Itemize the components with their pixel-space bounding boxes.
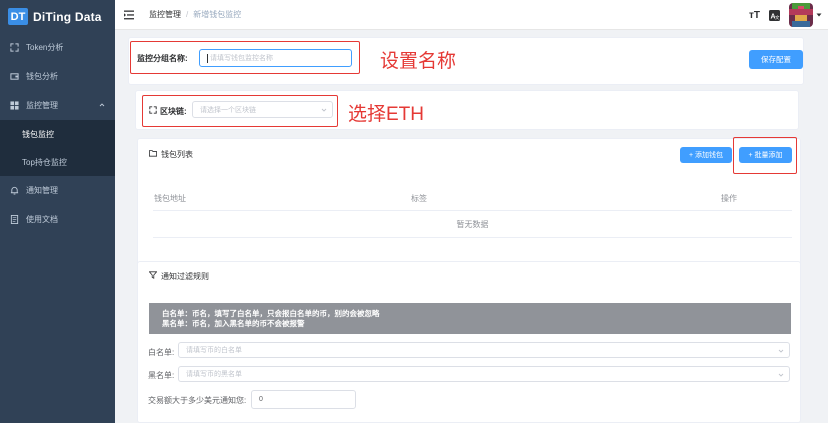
sidebar-item-documentation[interactable]: 使用文档 [0,205,115,234]
header-actions: тT A 文 [749,3,822,27]
grid-icon [10,101,19,110]
annotation-set-name: 设置名称 [380,51,457,72]
sidebar-item-label: 通知管理 [26,186,58,195]
sidebar-item-label: 钱包分析 [26,72,58,81]
column-actions: 操作 [721,193,737,203]
chevron-up-icon [99,103,105,107]
sidebar-subitem-top-holding-monitor[interactable]: Top持仓监控 [0,148,115,176]
whitelist-input[interactable]: 请填写币的白名单 [178,342,790,358]
sidebar-item-label: 监控管理 [26,101,58,110]
annotation-box-chain [142,95,338,127]
filter-icon [149,271,157,279]
sidebar-item-label: Token分析 [26,43,64,52]
wallet-icon [10,72,19,81]
sidebar-item-wallet-analysis[interactable]: 钱包分析 [0,62,115,91]
document-icon [10,215,19,224]
sidebar-item-token-analysis[interactable]: Token分析 [0,33,115,62]
notice-whitelist: 白名单：币名，填写了白名单，只会报白名单的币，别的会被忽略 [162,309,380,318]
wallet-table-header: 钱包地址 标签 操作 [153,189,792,207]
brand-name: DiTing Data [33,9,102,24]
caret-down-icon[interactable] [816,12,822,18]
wallet-list-title: 钱包列表 [161,150,193,159]
sidebar-item-label: 使用文档 [26,215,58,224]
chevron-down-icon [778,373,784,377]
filter-notice: 白名单：币名，填写了白名单，只会报白名单的币，别的会被忽略 黑名单：币名，加入黑… [149,303,791,334]
submenu-monitor: 钱包监控 Top持仓监控 [0,120,115,176]
blacklist-label: 黑名单: [148,371,175,380]
column-tag: 标签 [411,193,427,203]
save-config-button[interactable]: 保存配置 [749,50,803,69]
breadcrumb: 监控管理 / 新增钱包监控 [149,9,242,20]
chevron-down-icon [778,349,784,353]
sidebar-item-monitor-management[interactable]: 监控管理 [0,91,115,120]
sidebar-subitem-wallet-monitor[interactable]: 钱包监控 [0,120,115,148]
annotation-box-batch-add [733,137,797,174]
hamburger-icon[interactable] [124,10,136,20]
blacklist-input[interactable]: 请填写币的黑名单 [178,366,790,382]
sidebar: DT DiTing Data Token分析 钱包分析 监控管理 钱包监控 To… [0,0,115,423]
breadcrumb-current: 新增钱包监控 [193,10,242,19]
annotation-choose-eth: 选择ETH [348,104,425,125]
expand-icon [10,43,19,52]
column-wallet-address: 钱包地址 [154,193,186,203]
bell-icon [10,186,19,195]
svg-text:文: 文 [775,14,780,21]
whitelist-placeholder: 请填写币的白名单 [186,347,242,354]
avatar[interactable] [789,3,813,27]
brand-logo: DT [8,8,28,25]
brand[interactable]: DT DiTing Data [0,0,115,33]
top-header: 监控管理 / 新增钱包监控 тT A 文 [115,0,828,30]
main-content: 监控分组名称: 请填写钱包监控名称 设置名称 保存配置 区块链: 请选择一个区块… [115,30,828,423]
annotation-box-name [130,41,360,74]
font-size-icon[interactable]: тT [749,10,760,21]
wallet-table-empty: 暂无数据 [153,210,792,238]
filter-title: 通知过滤规则 [161,272,209,281]
add-wallet-button[interactable]: + 添加钱包 [680,147,732,163]
amount-threshold-input[interactable]: 0 [251,390,356,409]
blacklist-placeholder: 请填写币的黑名单 [186,371,242,378]
notice-blacklist: 黑名单：币名，加入黑名单的币不会被报警 [162,319,305,328]
breadcrumb-item[interactable]: 监控管理 [149,9,181,20]
amount-threshold-value: 0 [259,396,263,403]
language-icon[interactable]: A 文 [769,9,780,21]
amount-threshold-label: 交易额大于多少美元通知您: [148,396,247,405]
sidebar-item-notification-management[interactable]: 通知管理 [0,176,115,205]
folder-icon [149,150,157,157]
whitelist-label: 白名单: [148,348,175,357]
